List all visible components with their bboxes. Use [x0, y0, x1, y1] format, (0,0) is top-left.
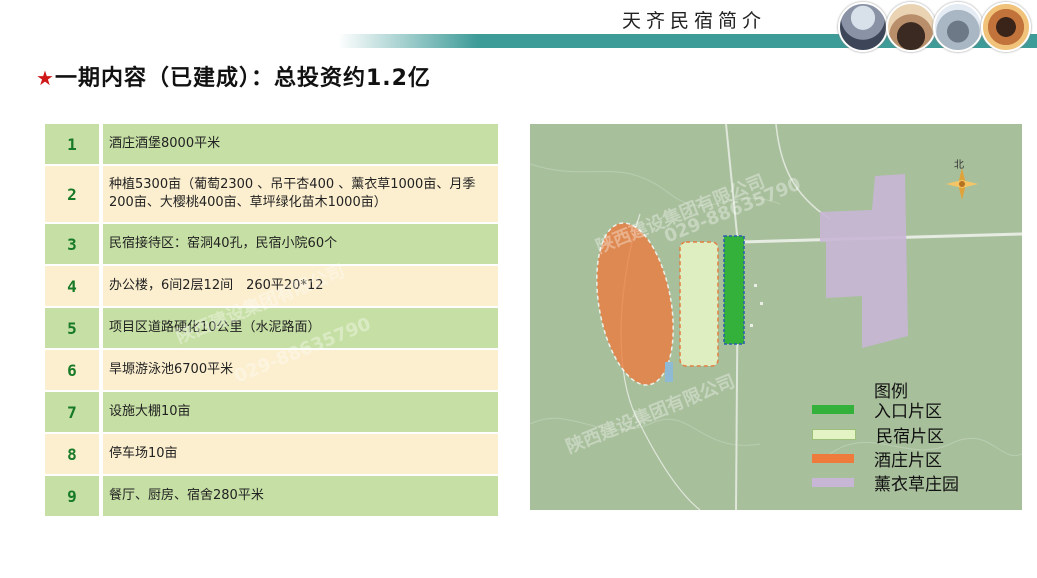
legend-label: 酒庄片区 [874, 450, 942, 471]
table-row: 3 民宿接待区：窑洞40孔，民宿小院60个 [45, 224, 498, 266]
scenery-photo-sunset [981, 2, 1031, 52]
homestay-zone-area [679, 241, 719, 367]
legend-label: 民宿片区 [876, 426, 944, 447]
table-row: 9 餐厅、厨房、宿舍280平米 [45, 476, 498, 518]
table-row: 5 项目区道路硬化10公里（水泥路面） [45, 308, 498, 350]
row-text: 酒庄酒堡8000平米 [103, 124, 498, 164]
row-text: 设施大棚10亩 [103, 392, 498, 432]
scenery-photo-pagoda [886, 2, 936, 52]
row-number: 6 [45, 350, 103, 390]
row-number: 8 [45, 434, 103, 474]
star-icon: ★ [36, 66, 55, 90]
legend-swatch [812, 404, 854, 414]
table-row: 2 种植5300亩（葡萄2300 、吊干杏400 、薰衣草1000亩、月季200… [45, 166, 498, 224]
row-number: 3 [45, 224, 103, 264]
table-row: 4 办公楼，6间2层12间 260平20*12 [45, 266, 498, 308]
table-row: 1 酒庄酒堡8000平米 [45, 124, 498, 166]
scenery-photo-statue [933, 2, 983, 52]
header-title: 天齐民宿简介 [622, 10, 767, 32]
row-number: 2 [45, 166, 103, 222]
row-text: 民宿接待区：窑洞40孔，民宿小院60个 [103, 224, 498, 264]
row-text: 停车场10亩 [103, 434, 498, 474]
row-number: 1 [45, 124, 103, 164]
page-title-text: 一期内容（已建成）：总投资约1.2亿 [54, 66, 431, 91]
row-text: 旱塬游泳池6700平米 [103, 350, 498, 390]
row-number: 4 [45, 266, 103, 306]
legend-item-entrance: 入口片区 [812, 398, 942, 422]
legend-swatch [812, 453, 854, 463]
table-row: 7 设施大棚10亩 [45, 392, 498, 434]
row-text: 项目区道路硬化10公里（水泥路面） [103, 308, 498, 348]
table-row: 8 停车场10亩 [45, 434, 498, 476]
table-row: 6 旱塬游泳池6700平米 [45, 350, 498, 392]
row-text: 办公楼，6间2层12间 260平20*12 [103, 266, 498, 306]
content-table: 1 酒庄酒堡8000平米 2 种植5300亩（葡萄2300 、吊干杏400 、薰… [45, 124, 498, 518]
header-band-fade [338, 34, 478, 48]
legend-swatch [812, 477, 854, 487]
page-title: ★一期内容（已建成）：总投资约1.2亿 [36, 60, 431, 92]
row-text: 种植5300亩（葡萄2300 、吊干杏400 、薰衣草1000亩、月季200亩、… [103, 166, 498, 222]
row-number: 5 [45, 308, 103, 348]
row-number: 9 [45, 476, 103, 516]
legend-item-lavender: 薰衣草庄园 [812, 471, 959, 495]
row-number: 7 [45, 392, 103, 432]
legend-label: 薰衣草庄园 [874, 474, 959, 495]
legend-swatch [812, 428, 856, 440]
north-label: 北 [954, 160, 964, 171]
legend-item-homestay: 民宿片区 [812, 423, 944, 447]
legend-label: 入口片区 [874, 401, 942, 422]
entrance-zone-area [723, 235, 745, 345]
legend-item-winery: 酒庄片区 [812, 447, 942, 471]
site-map: 北 [530, 124, 1022, 510]
row-text: 餐厅、厨房、宿舍280平米 [103, 476, 498, 516]
scenery-photo-mountain [838, 2, 888, 52]
site-map-graphic [530, 124, 1022, 510]
